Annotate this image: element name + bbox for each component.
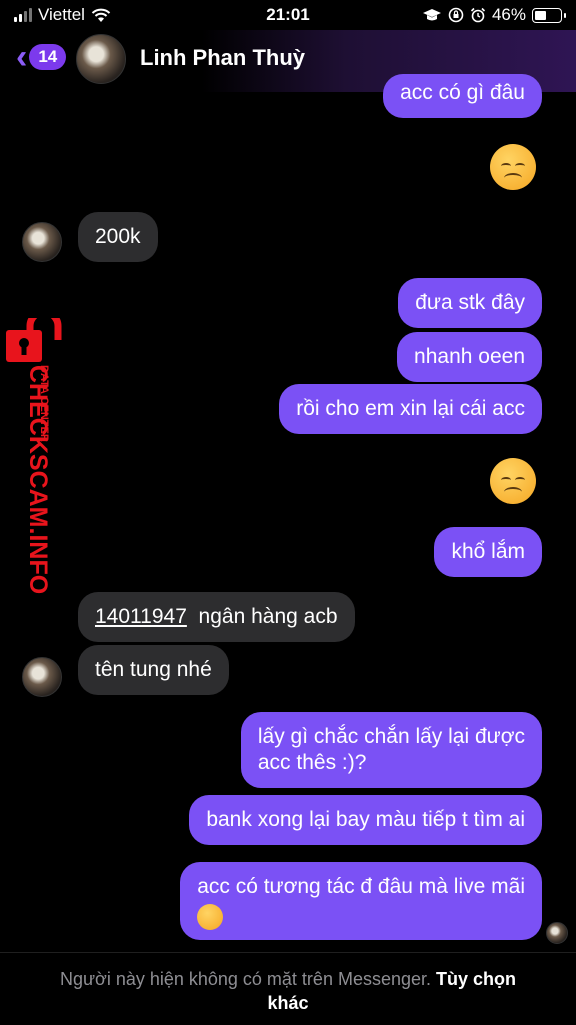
unavailable-notice: Người này hiện không có mặt trên Messeng…	[59, 969, 432, 989]
message-line: acc có tương tác đ đâu mà live mãi	[197, 875, 525, 898]
rotation-lock-icon	[448, 7, 464, 23]
watermark-text: CHECKSCAM.INFO DATA CENTER	[24, 365, 52, 594]
message-bubble-incoming[interactable]: 14011947 ngân hàng acb	[78, 592, 355, 642]
contact-avatar[interactable]	[76, 34, 126, 84]
message-list[interactable]: acc có gì đâu 200k đưa stk đây nhanh oee…	[0, 74, 576, 952]
watermark-tag: DATA CENTER	[38, 365, 50, 442]
message-bubble-outgoing[interactable]: nhanh oeen	[397, 332, 542, 382]
disappointed-face-emoji	[490, 144, 536, 190]
message-line: lấy gì chắc chắn lấy lại được	[257, 725, 525, 748]
disappointed-face-emoji	[490, 458, 536, 504]
battery-icon	[532, 7, 566, 23]
message-text: ngân hàng acb	[198, 605, 338, 628]
disappointed-face-emoji	[197, 904, 224, 930]
back-button[interactable]: ‹ 14	[16, 38, 67, 76]
message-bubble-outgoing[interactable]: bank xong lại bay màu tiếp t tìm ai	[189, 795, 542, 845]
padlock-icon	[6, 318, 62, 362]
contact-name[interactable]: Linh Phan Thuỳ	[140, 45, 305, 71]
battery-percent: 46%	[491, 5, 526, 24]
message-bubble-outgoing[interactable]: rồi cho em xin lại cái acc	[279, 384, 542, 434]
message-bubble-incoming[interactable]: tên tung nhé	[78, 645, 229, 695]
unread-count-badge: 14	[29, 44, 67, 70]
message-line: acc thês :)?	[257, 751, 367, 774]
message-bubble-outgoing[interactable]: khổ lắm	[434, 527, 542, 577]
message-bubble-outgoing[interactable]: acc có tương tác đ đâu mà live mãi	[180, 862, 542, 940]
message-bubble-outgoing[interactable]: lấy gì chắc chắn lấy lại được acc thês :…	[240, 712, 542, 788]
chevron-left-icon: ‹	[16, 38, 28, 76]
unavailable-footer: Người này hiện không có mặt trên Messeng…	[0, 952, 576, 1025]
message-bubble-outgoing[interactable]: đưa stk đây	[398, 278, 542, 328]
alarm-icon	[470, 7, 486, 23]
read-receipt-avatar	[546, 922, 568, 944]
sender-avatar[interactable]	[22, 657, 62, 697]
sender-avatar[interactable]	[22, 222, 62, 262]
graduation-cap-icon	[422, 9, 441, 21]
message-bubble-outgoing[interactable]: acc có gì đâu	[383, 74, 542, 118]
message-bubble-incoming[interactable]: 200k	[78, 212, 158, 262]
checkscam-watermark: CHECKSCAM.INFO DATA CENTER	[2, 310, 62, 600]
account-number-link[interactable]: 14011947	[95, 605, 187, 628]
status-bar: Viettel 21:01 46%	[0, 0, 576, 30]
